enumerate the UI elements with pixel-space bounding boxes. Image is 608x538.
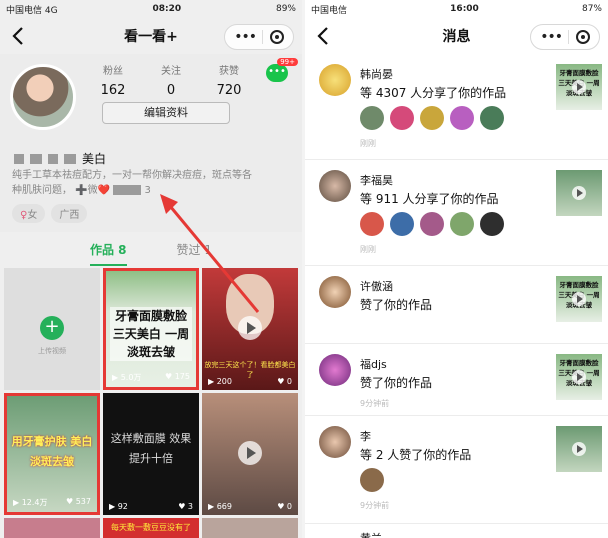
message-item-partial[interactable]: 黄兰 [305,524,608,538]
messages-screen: 中国电信 16:00 87% 消息 ••• 韩尚晏 等 4307 人分享了你的作… [305,0,608,538]
avatar[interactable] [480,212,504,236]
avatar[interactable] [319,64,351,96]
avatar[interactable] [390,212,414,236]
sharer-avatars [360,106,504,130]
avatar[interactable] [480,106,504,130]
message-item[interactable]: 福djs 赞了你的作品 9分钟前 牙膏面膜敷脸 三天美白 一周淡斑去皱 [305,344,608,416]
avatar[interactable] [319,426,351,458]
status-bar: 中国电信 16:00 87% [305,0,608,18]
avatar[interactable] [420,106,444,130]
avatar[interactable] [319,354,351,386]
more-icon[interactable]: ••• [540,30,563,44]
avatar[interactable] [360,468,384,492]
annotation-arrow [160,194,260,313]
avatar[interactable] [450,106,474,130]
work-thumbnail[interactable]: 牙膏面膜敷脸 三天美白 一周淡斑去皱 [556,276,602,322]
avatar[interactable] [360,212,384,236]
carrier: 中国电信 [311,5,348,16]
work-thumbnail[interactable] [556,426,602,472]
play-icon [572,442,586,456]
mini-program-capsule: ••• [530,24,600,50]
play-icon [572,292,586,306]
avatar[interactable] [390,106,414,130]
page-title: 消息 [442,29,471,45]
nav-bar: 消息 ••• [305,18,608,54]
clock: 16:00 [450,4,479,14]
sharer-avatars [360,212,504,236]
battery: 87% [581,4,602,14]
profile-screen: 中国电信 4G 08:20 89% 看一看+ ••• 粉丝 162 关注 0 获赞 7… [0,0,302,538]
play-icon [572,80,586,94]
avatar[interactable] [319,170,351,202]
message-item[interactable]: 李 等 2 人赞了你的作品 9分钟前 [305,416,608,524]
work-thumbnail[interactable] [556,170,602,216]
message-item[interactable]: 许傲涵 赞了你的作品 牙膏面膜敷脸 三天美白 一周淡斑去皱 [305,266,608,344]
play-icon [572,186,586,200]
close-miniprogram-icon[interactable] [575,30,590,44]
liker-avatars [360,468,384,492]
play-icon [572,370,586,384]
message-item[interactable]: 韩尚晏 等 4307 人分享了你的作品 刚刚 牙膏面膜敷脸 三天美白 一周淡斑去… [305,54,608,160]
screenshot-pair: 中国电信 4G 08:20 89% 看一看+ ••• 粉丝 162 关注 0 获赞 7… [0,0,608,538]
back-arrow-icon[interactable] [315,26,333,46]
work-thumbnail[interactable]: 牙膏面膜敷脸 三天美白 一周淡斑去皱 [556,64,602,110]
avatar[interactable] [420,212,444,236]
work-thumbnail[interactable]: 牙膏面膜敷脸 三天美白 一周淡斑去皱 [556,354,602,400]
avatar[interactable] [450,212,474,236]
message-item[interactable]: 李福昊 等 911 人分享了你的作品 刚刚 [305,160,608,266]
avatar[interactable] [319,276,351,308]
avatar[interactable] [360,106,384,130]
message-list: 韩尚晏 等 4307 人分享了你的作品 刚刚 牙膏面膜敷脸 三天美白 一周淡斑去… [305,54,608,538]
